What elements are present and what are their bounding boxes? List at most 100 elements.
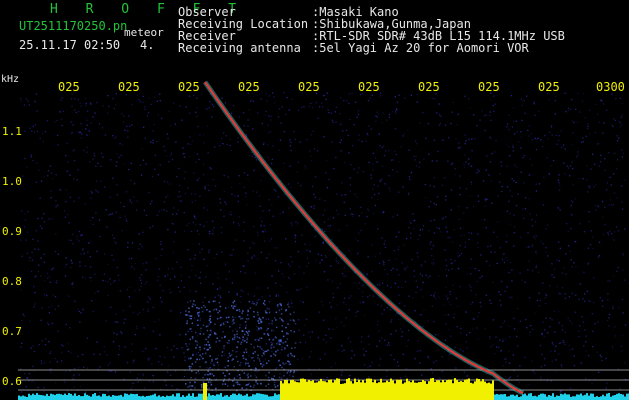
noise-speck xyxy=(267,383,270,385)
noise-speck xyxy=(256,370,258,372)
noise-speck xyxy=(335,318,337,320)
noise-speck xyxy=(233,322,235,324)
noise-speck xyxy=(494,251,496,253)
noise-speck xyxy=(263,240,266,242)
noise-speck xyxy=(147,358,149,360)
noise-speck xyxy=(550,165,552,167)
noise-speck xyxy=(611,237,614,239)
noise-speck xyxy=(457,252,459,254)
noise-speck xyxy=(407,129,409,131)
noise-speck xyxy=(205,338,207,341)
noise-speck xyxy=(260,321,262,324)
noise-speck xyxy=(600,356,602,358)
noise-speck xyxy=(260,327,263,330)
noise-speck xyxy=(441,184,444,187)
noise-speck xyxy=(332,217,335,219)
noise-speck xyxy=(123,322,125,324)
noise-speck xyxy=(344,161,346,163)
noise-speck xyxy=(613,173,615,175)
noise-speck xyxy=(43,213,45,215)
noise-speck xyxy=(222,331,224,333)
level-bin xyxy=(152,394,154,400)
noise-speck xyxy=(358,134,360,136)
noise-speck xyxy=(129,371,131,373)
noise-speck xyxy=(124,346,126,348)
noise-speck xyxy=(243,372,246,374)
noise-speck xyxy=(210,168,212,170)
noise-speck xyxy=(588,354,590,357)
noise-speck xyxy=(179,184,181,187)
level-bin xyxy=(310,381,312,400)
level-bin xyxy=(154,393,156,400)
noise-speck xyxy=(188,315,190,317)
noise-speck xyxy=(345,275,348,277)
level-bin xyxy=(260,393,262,400)
level-bin xyxy=(322,381,324,400)
level-bin xyxy=(456,379,458,400)
noise-speck xyxy=(370,174,372,176)
noise-speck xyxy=(195,353,198,355)
noise-speck xyxy=(235,351,237,353)
noise-speck xyxy=(256,191,258,193)
noise-speck xyxy=(223,347,225,349)
noise-speck xyxy=(32,159,34,162)
noise-speck xyxy=(509,376,511,378)
noise-speck xyxy=(474,268,476,270)
noise-speck xyxy=(505,257,507,259)
noise-speck xyxy=(231,112,233,114)
noise-speck xyxy=(343,275,345,277)
noise-speck xyxy=(147,301,149,303)
noise-speck xyxy=(69,121,71,124)
noise-speck xyxy=(538,292,540,294)
noise-speck xyxy=(80,137,82,139)
noise-speck xyxy=(444,314,446,316)
noise-speck xyxy=(323,338,325,341)
noise-speck xyxy=(277,349,279,351)
noise-speck xyxy=(452,101,455,103)
noise-speck xyxy=(131,343,133,345)
noise-speck xyxy=(327,225,329,227)
noise-speck xyxy=(312,130,314,132)
noise-speck xyxy=(55,200,57,202)
noise-speck xyxy=(546,224,549,226)
noise-speck xyxy=(378,330,380,332)
noise-speck xyxy=(189,381,191,384)
noise-speck xyxy=(196,341,198,343)
noise-speck xyxy=(564,148,566,150)
noise-speck xyxy=(489,136,491,139)
noise-speck xyxy=(228,352,231,355)
noise-speck xyxy=(564,297,566,300)
noise-speck xyxy=(278,108,281,110)
noise-speck xyxy=(477,338,479,340)
noise-speck xyxy=(591,382,593,385)
level-bin xyxy=(88,395,90,400)
noise-speck xyxy=(187,143,189,145)
noise-speck xyxy=(218,277,220,279)
noise-speck xyxy=(388,113,391,116)
noise-speck xyxy=(208,310,211,313)
noise-speck xyxy=(186,322,188,325)
noise-speck xyxy=(558,174,560,176)
noise-speck xyxy=(187,386,189,388)
noise-speck xyxy=(485,169,487,171)
noise-speck xyxy=(133,359,135,361)
noise-speck xyxy=(232,385,235,387)
noise-speck xyxy=(449,293,451,296)
noise-speck xyxy=(233,338,236,340)
noise-speck xyxy=(427,320,429,322)
noise-speck xyxy=(375,120,377,122)
level-bin xyxy=(292,379,294,400)
noise-speck xyxy=(416,252,419,254)
noise-speck xyxy=(118,279,120,281)
level-bin xyxy=(340,384,342,400)
noise-speck xyxy=(160,117,163,119)
noise-speck xyxy=(247,373,249,375)
noise-speck xyxy=(179,200,181,202)
noise-speck xyxy=(289,319,292,321)
level-bin xyxy=(32,393,34,400)
noise-speck xyxy=(228,316,230,319)
level-bin xyxy=(440,382,442,400)
noise-speck xyxy=(453,229,455,231)
noise-speck xyxy=(445,323,447,325)
noise-speck xyxy=(337,287,339,289)
